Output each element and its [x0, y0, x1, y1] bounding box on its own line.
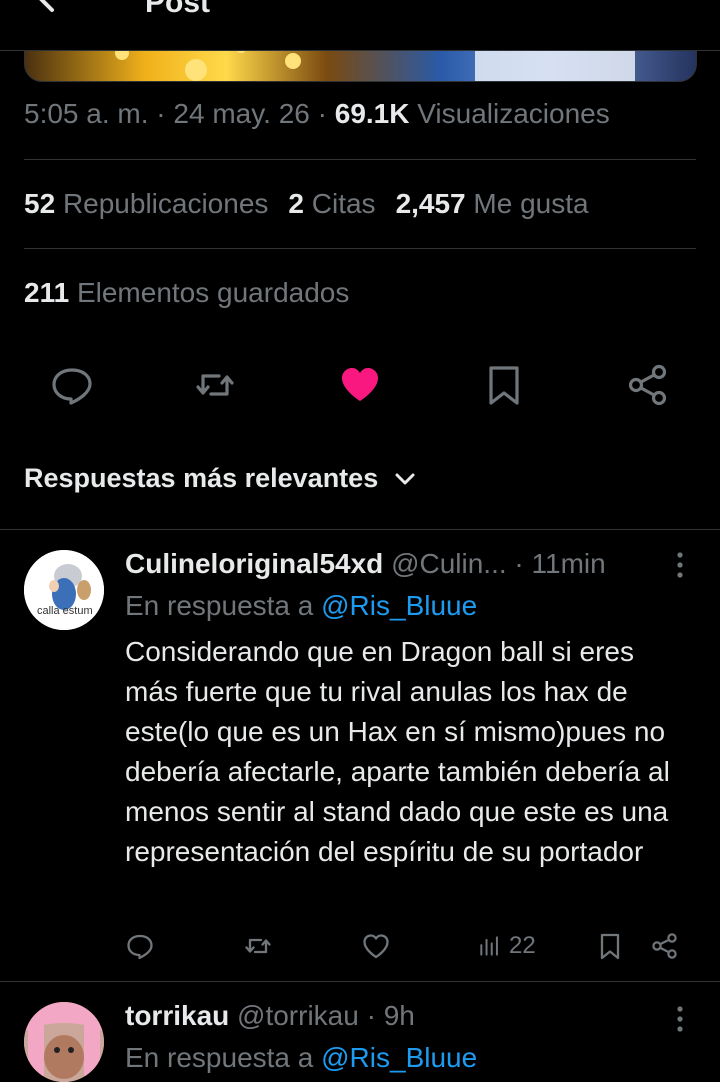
reply-context: En respuesta a @Ris_Bluue — [125, 1042, 478, 1073]
reply-repost-button[interactable] — [243, 928, 273, 964]
share-icon — [652, 933, 677, 959]
top-bar: Post — [0, 0, 720, 51]
post-date: 24 may. 26 — [173, 98, 310, 129]
repost-button[interactable] — [192, 362, 238, 408]
bookmark-button[interactable] — [481, 362, 527, 408]
reply-share-button[interactable] — [650, 928, 680, 964]
reply-time: · 9h — [366, 1000, 415, 1031]
mention-link[interactable]: @Ris_Bluue — [321, 590, 477, 621]
post-time: 5:05 a. m. — [24, 98, 149, 129]
bookmark-icon — [600, 933, 620, 960]
share-button[interactable] — [625, 362, 671, 408]
avatar-text: calla estum — [37, 605, 93, 617]
reply-header: torrikau @torrikau · 9h — [125, 1000, 415, 1032]
reply-actions: 22 — [125, 928, 685, 968]
views-count: 69.1K — [334, 98, 410, 129]
reply-like-button[interactable] — [361, 928, 391, 964]
reply-button[interactable] — [49, 362, 95, 408]
reply-item[interactable]: calla estum Culineloriginal54xd @Culin..… — [0, 530, 720, 980]
heart-icon — [363, 934, 389, 959]
reply-context: En respuesta a @Ris_Bluue — [125, 590, 478, 621]
bar-chart-icon — [480, 936, 498, 956]
reply-comment-button[interactable] — [125, 928, 155, 964]
divider — [24, 159, 696, 160]
bookmark-icon — [489, 366, 519, 405]
likes-stat[interactable]: 2,457 Me gusta — [396, 188, 589, 219]
more-options-icon[interactable] — [670, 1004, 690, 1034]
views-count: 22 — [509, 932, 536, 959]
heart-filled-icon — [342, 368, 378, 401]
reply-icon — [52, 368, 92, 405]
replies-sort-dropdown[interactable]: Respuestas más relevantes — [24, 463, 418, 494]
avatar-image — [24, 1002, 104, 1082]
chevron-down-icon — [395, 473, 415, 484]
reply-text: Considerando que en Dragon ball si eres … — [125, 636, 670, 867]
avatar-image: calla estum — [24, 550, 104, 630]
bookmarks-stat[interactable]: 211 Elementos guardados — [24, 277, 349, 309]
sort-label: Respuestas más relevantes — [24, 463, 379, 493]
repost-icon — [245, 938, 271, 954]
reply-time: · 11min — [514, 548, 606, 579]
reply-views[interactable]: 22 — [477, 928, 536, 964]
share-icon — [628, 364, 667, 406]
like-button[interactable] — [337, 362, 383, 408]
avatar[interactable]: calla estum — [24, 550, 104, 630]
more-options-icon[interactable] — [670, 550, 690, 580]
divider — [24, 248, 696, 249]
mention-link[interactable]: @Ris_Bluue — [321, 1042, 477, 1073]
reply-header: Culineloriginal54xd @Culin... · 11min — [125, 548, 606, 580]
reply-icon — [127, 934, 153, 960]
repost-icon — [196, 374, 234, 396]
avatar[interactable] — [24, 1002, 104, 1082]
handle[interactable]: @torrikau — [237, 1000, 359, 1031]
reply-bookmark-button[interactable] — [595, 928, 625, 964]
page-title: Post — [145, 0, 211, 19]
reply-item[interactable]: torrikau @torrikau · 9h En respuesta a @… — [0, 982, 720, 1082]
display-name[interactable]: torrikau — [125, 1000, 229, 1031]
engagement-stats: 52 Republicaciones 2 Citas 2,457 Me gusta — [24, 188, 589, 220]
reposts-stat[interactable]: 52 Republicaciones — [24, 188, 268, 219]
display-name[interactable]: Culineloriginal54xd — [125, 548, 383, 579]
handle[interactable]: @Culin... — [391, 548, 507, 579]
post-meta: 5:05 a. m. · 24 may. 26 · 69.1K Visualiz… — [24, 98, 610, 129]
arrow-left-icon[interactable] — [30, 0, 70, 18]
quotes-stat[interactable]: 2 Citas — [288, 188, 375, 219]
views-label: Visualizaciones — [417, 98, 610, 129]
